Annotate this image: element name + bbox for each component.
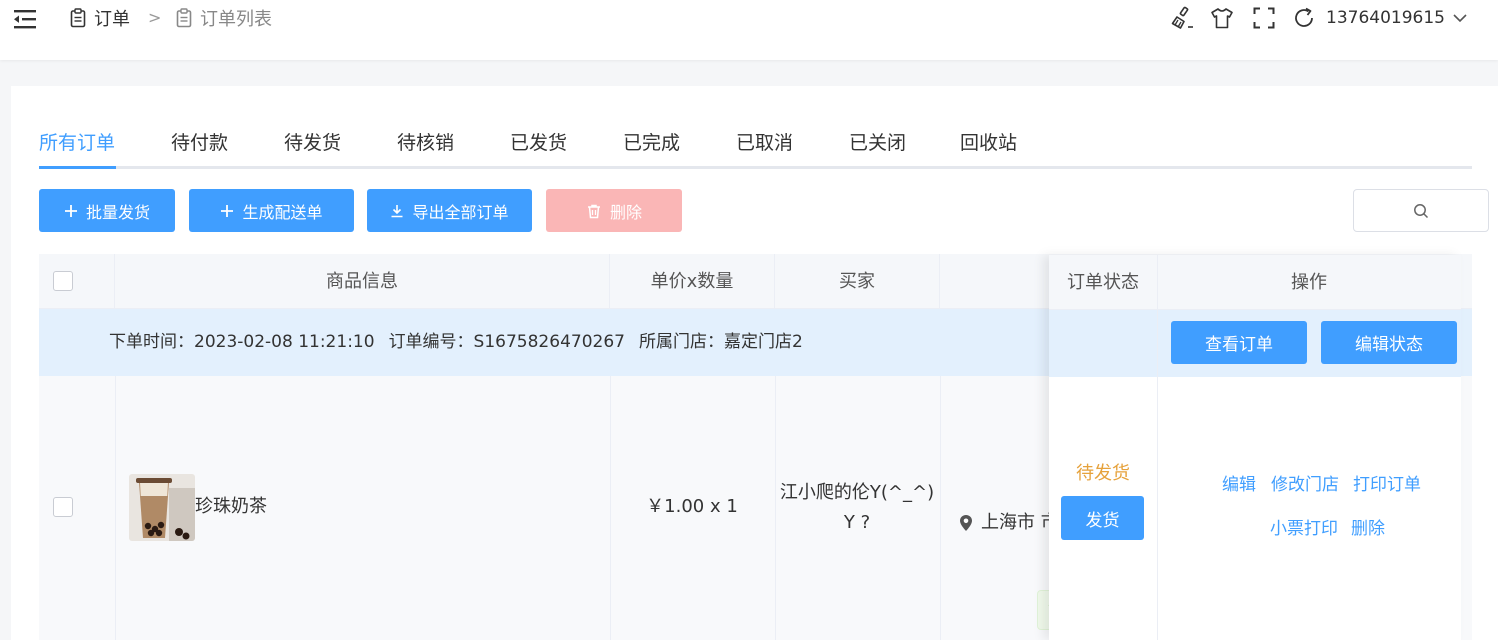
breadcrumb-label: 订单 [94, 9, 130, 30]
top-header: 订单 > 订单列表 13764019615 [0, 0, 1498, 60]
trash-icon [586, 203, 602, 219]
tab-all-orders[interactable]: 所有订单 [39, 126, 115, 160]
fixed-table-header: 订单状态 操作 [1049, 255, 1461, 310]
active-tab-indicator [39, 166, 116, 169]
button-label: 删除 [609, 202, 642, 222]
tab-recycle-bin[interactable]: 回收站 [960, 126, 1017, 160]
fixed-column-divider [1157, 255, 1158, 640]
fixed-row-cells: 待发货 发货 编辑 修改门店 打印订单 小票打印 删除 [1049, 377, 1461, 640]
button-label: 导出全部订单 [412, 202, 509, 222]
product-name: 珍珠奶茶 [195, 496, 267, 517]
shirt-icon[interactable] [1210, 6, 1234, 30]
tab-pending-verification[interactable]: 待核销 [397, 126, 454, 160]
tab-pending-shipment[interactable]: 待发货 [284, 126, 341, 160]
tab-pending-payment[interactable]: 待付款 [171, 126, 228, 160]
breadcrumb-order-list: 订单列表 [176, 6, 272, 30]
order-summary: 下单时间：2023-02-08 11:21:10 订单编号：S1675826470… [109, 309, 817, 376]
delete-order-link[interactable]: 删除 [1351, 517, 1385, 541]
select-all-checkbox[interactable] [53, 271, 73, 291]
price-quantity: ￥1.00 x 1 [646, 496, 738, 517]
order-store: 所属门店：嘉定门店2 [638, 332, 803, 352]
column-actions: 操作 [1291, 272, 1327, 293]
location-pin-icon [959, 514, 973, 532]
column-price-qty: 单价x数量 [610, 254, 775, 309]
plus-icon [64, 204, 78, 218]
order-status-tabs: 所有订单 待付款 待发货 待核销 已发货 已完成 已取消 已关闭 回收站 [39, 86, 1472, 170]
username: 13764019615 [1326, 8, 1445, 28]
tab-shipped[interactable]: 已发货 [510, 126, 567, 160]
edit-link[interactable]: 编辑 [1222, 473, 1256, 497]
delete-button[interactable]: 删除 [546, 189, 682, 232]
menu-toggle-icon[interactable] [14, 8, 38, 30]
chevron-down-icon [1453, 13, 1467, 23]
tab-closed[interactable]: 已关闭 [849, 126, 906, 160]
cell-divider [940, 376, 941, 640]
tab-cancelled[interactable]: 已取消 [736, 126, 793, 160]
column-product-info: 商品信息 [115, 254, 610, 309]
ship-button[interactable]: 发货 [1061, 496, 1144, 540]
order-time: 下单时间：2023-02-08 11:21:10 [109, 332, 375, 352]
export-all-orders-button[interactable]: 导出全部订单 [367, 189, 532, 232]
tabs-divider [39, 166, 1472, 169]
search-input[interactable] [1353, 189, 1489, 232]
buyer-name: 江小爬的伦Y(^_^)Y ? [779, 482, 935, 533]
order-status-text: 待发货 [1076, 463, 1130, 484]
batch-ship-button[interactable]: 批量发货 [39, 189, 175, 232]
search-icon [1413, 203, 1429, 219]
print-order-link[interactable]: 打印订单 [1353, 473, 1421, 497]
shipping-address: 上海市 市 [959, 508, 1059, 538]
edit-status-button[interactable]: 编辑状态 [1321, 321, 1457, 364]
download-icon [390, 204, 404, 218]
refresh-icon[interactable] [1292, 6, 1316, 30]
user-menu[interactable]: 13764019615 [1326, 6, 1467, 30]
breadcrumb-orders[interactable]: 订单 [70, 6, 130, 30]
breadcrumb-label: 订单列表 [200, 9, 272, 30]
clipboard-icon [70, 8, 86, 28]
order-group-actions: 查看订单 编辑状态 [1049, 310, 1461, 377]
column-order-status: 订单状态 [1067, 272, 1139, 293]
cell-divider [115, 376, 116, 640]
select-all-cell [39, 254, 115, 309]
cell-divider [775, 376, 776, 640]
fixed-right-columns: 订单状态 操作 查看订单 编辑状态 待发货 发货 编辑 修改门店 打印订单 小票… [1049, 255, 1461, 640]
breadcrumb-separator: > [148, 8, 162, 27]
order-number: 订单编号：S1675826470267 [388, 332, 625, 352]
change-store-link[interactable]: 修改门店 [1271, 473, 1339, 497]
clipboard-icon [176, 8, 192, 28]
address-text: 上海市 市 [981, 512, 1059, 533]
button-label: 生成配送单 [242, 202, 323, 222]
button-label: 批量发货 [85, 202, 150, 222]
print-receipt-link[interactable]: 小票打印 [1270, 517, 1338, 541]
brush-icon[interactable] [1170, 6, 1194, 30]
tab-completed[interactable]: 已完成 [623, 126, 680, 160]
fullscreen-icon[interactable] [1252, 6, 1276, 30]
row-select-checkbox[interactable] [53, 497, 73, 517]
product-thumbnail[interactable] [129, 474, 195, 541]
column-buyer: 买家 [775, 254, 940, 309]
plus-icon [220, 204, 234, 218]
view-order-button[interactable]: 查看订单 [1171, 321, 1307, 364]
generate-delivery-note-button[interactable]: 生成配送单 [189, 189, 354, 232]
